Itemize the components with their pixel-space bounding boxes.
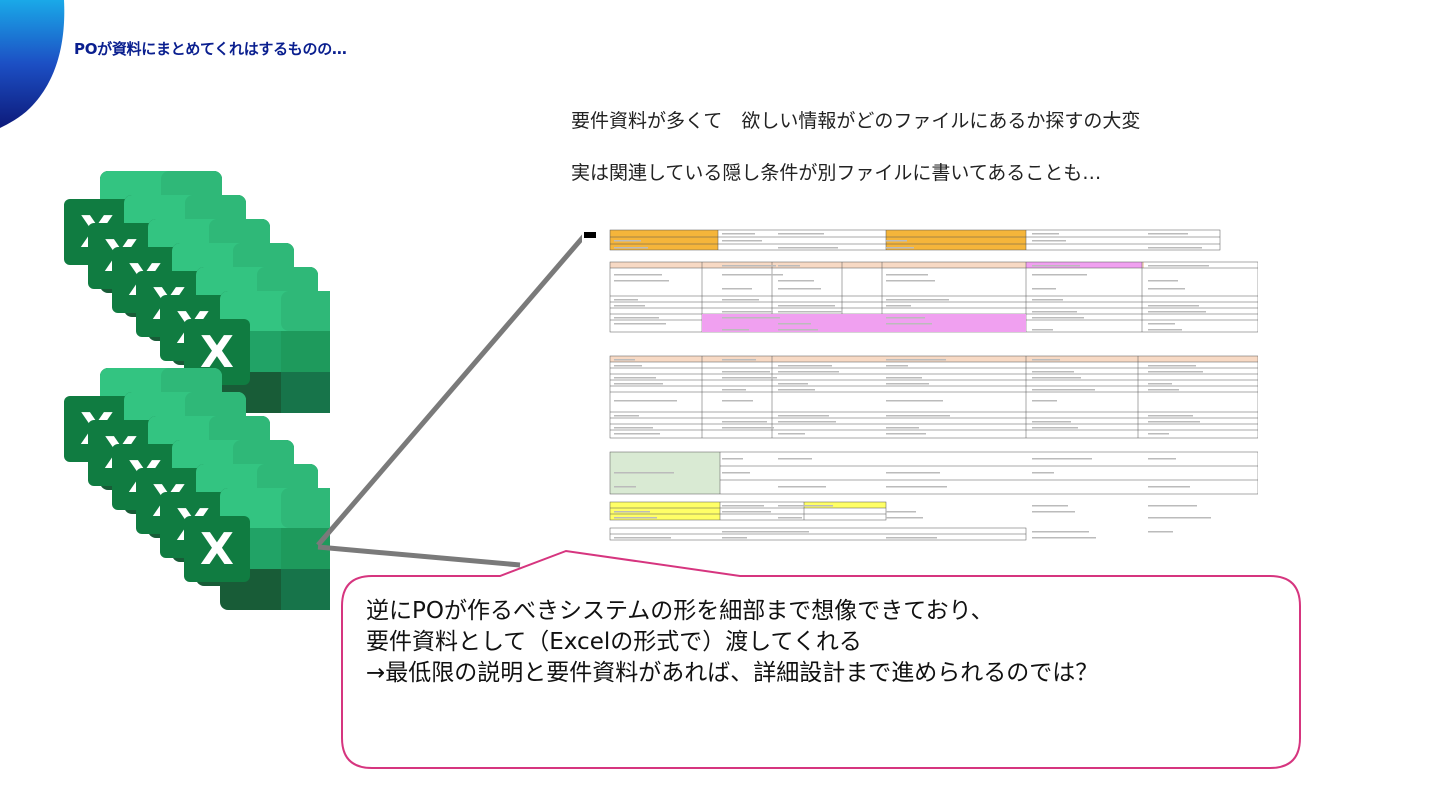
callout-line-2: 要件資料として（Excelの形式で）渡してくれる [366,629,862,655]
callout-text: 逆にPOが作るべきシステムの形を細部まで想像できており、 要件資料として（Exc… [366,596,1266,689]
callout-line-1: 逆にPOが作るべきシステムの形を細部まで想像できており、 [366,598,994,624]
callout-line-3: →最低限の説明と要件資料があれば、詳細設計まで進められるのでは？ [366,660,1099,686]
